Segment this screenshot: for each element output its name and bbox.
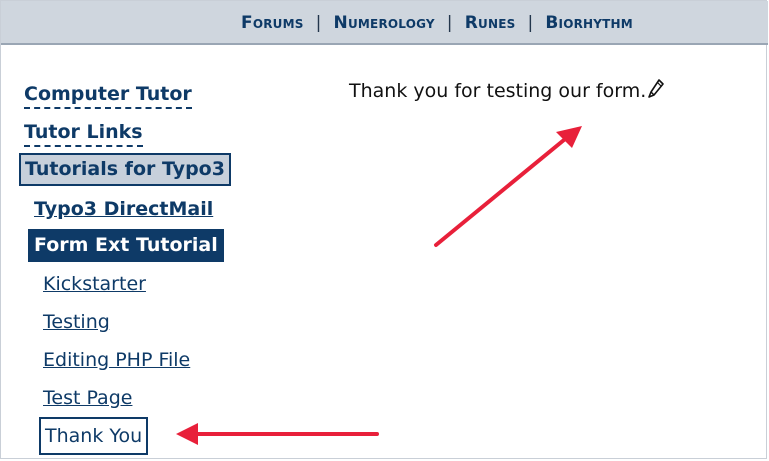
subitem-editing-php-file[interactable]: Editing PHP File — [43, 348, 190, 372]
nav-numerology-link[interactable]: Numerology — [334, 13, 435, 33]
nav-biorhythm-link[interactable]: Biorhythm — [545, 13, 633, 33]
top-navigation-bar: Forums | Numerology | Runes | Biorhythm — [1, 1, 768, 45]
subitem-thank-you-current[interactable]: Thank You — [39, 417, 149, 455]
nav-separator: | — [527, 13, 534, 33]
nav-runes-link[interactable]: Runes — [465, 13, 516, 33]
subitem-testing[interactable]: Testing — [43, 310, 110, 334]
sidebar-item-computer-tutor[interactable]: Computer Tutor — [24, 82, 192, 109]
pencil-icon[interactable] — [646, 78, 666, 100]
thank-you-message: Thank you for testing our form. — [349, 80, 647, 102]
top-nav: Forums | Numerology | Runes | Biorhythm — [241, 13, 633, 33]
nav-separator: | — [315, 13, 322, 33]
sidebar-item-form-ext-tutorial[interactable]: Form Ext Tutorial — [28, 229, 224, 262]
sidebar-item-tutor-links[interactable]: Tutor Links — [24, 120, 143, 147]
sidebar-item-typo3-directmail[interactable]: Typo3 DirectMail — [34, 197, 213, 221]
subitem-test-page[interactable]: Test Page — [43, 386, 132, 410]
nav-forums-link[interactable]: Forums — [241, 13, 304, 33]
main-content: Thank you for testing our form. — [349, 78, 666, 102]
sidebar-item-tutorials-for-typo3[interactable]: Tutorials for Typo3 — [19, 153, 231, 186]
subitem-kickstarter[interactable]: Kickstarter — [43, 272, 146, 296]
nav-separator: | — [446, 13, 453, 33]
